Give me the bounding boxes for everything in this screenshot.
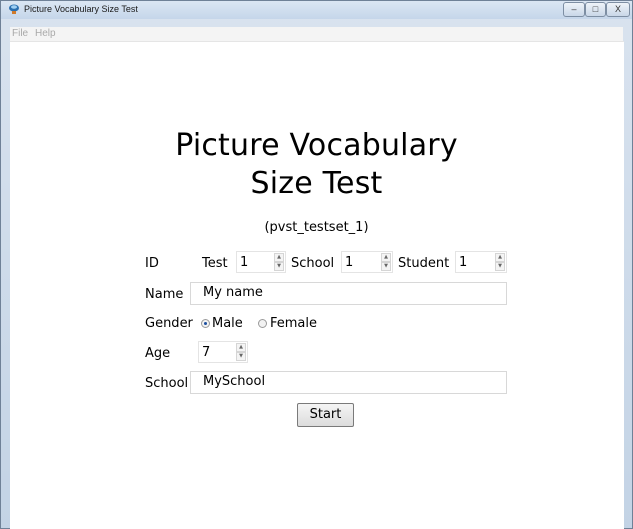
- female-radio[interactable]: [258, 319, 267, 328]
- menu-help[interactable]: Help: [35, 28, 56, 39]
- menu-bar: File Help: [10, 27, 623, 41]
- page-title-line1: Picture Vocabulary: [175, 128, 458, 163]
- window-title: Picture Vocabulary Size Test: [24, 4, 138, 14]
- test-spinner-value: 1: [240, 255, 249, 270]
- name-field[interactable]: My name: [190, 282, 507, 305]
- test-spinner[interactable]: 1 ▲ ▼: [236, 251, 286, 273]
- start-button[interactable]: Start: [297, 403, 354, 427]
- title-bar[interactable]: Picture Vocabulary Size Test – □ X: [1, 1, 632, 19]
- school-spinner-value: 1: [345, 255, 354, 270]
- menu-file[interactable]: File: [12, 28, 28, 39]
- id-label: ID: [145, 256, 159, 271]
- spinner-down-icon[interactable]: ▼: [274, 262, 284, 271]
- test-spinner-arrows: ▲ ▼: [274, 253, 284, 271]
- student-spinner[interactable]: 1 ▲ ▼: [455, 251, 507, 273]
- spinner-up-icon[interactable]: ▲: [236, 343, 246, 352]
- age-label: Age: [145, 346, 171, 361]
- age-spinner-value: 7: [202, 345, 211, 360]
- spinner-up-icon[interactable]: ▲: [495, 253, 505, 262]
- age-spinner[interactable]: 7 ▲ ▼: [198, 341, 248, 363]
- testset-subtitle: (pvst_testset_1): [264, 220, 369, 235]
- name-label: Name: [145, 287, 184, 302]
- student-spinner-value: 1: [459, 255, 468, 270]
- female-option-label[interactable]: Female: [270, 316, 317, 331]
- spinner-up-icon[interactable]: ▲: [381, 253, 391, 262]
- school-spinner-arrows: ▲ ▼: [381, 253, 391, 271]
- test-label: Test: [202, 256, 228, 271]
- gender-label: Gender: [145, 316, 193, 331]
- student-label: Student: [398, 256, 450, 271]
- school-id-label: School: [291, 256, 335, 271]
- spinner-down-icon[interactable]: ▼: [236, 352, 246, 361]
- spinner-up-icon[interactable]: ▲: [274, 253, 284, 262]
- minimize-button[interactable]: –: [563, 2, 585, 17]
- app-icon: [9, 4, 19, 14]
- student-spinner-arrows: ▲ ▼: [495, 253, 505, 271]
- maximize-button[interactable]: □: [585, 2, 606, 17]
- close-button[interactable]: X: [606, 2, 630, 17]
- male-option-label[interactable]: Male: [212, 316, 243, 331]
- age-spinner-arrows: ▲ ▼: [236, 343, 246, 361]
- spinner-down-icon[interactable]: ▼: [495, 262, 505, 271]
- male-radio[interactable]: [201, 319, 210, 328]
- page-title-line2: Size Test: [250, 166, 383, 201]
- school-name-label: School: [145, 376, 189, 391]
- school-name-field[interactable]: MySchool: [190, 371, 507, 394]
- spinner-down-icon[interactable]: ▼: [381, 262, 391, 271]
- school-spinner[interactable]: 1 ▲ ▼: [341, 251, 393, 273]
